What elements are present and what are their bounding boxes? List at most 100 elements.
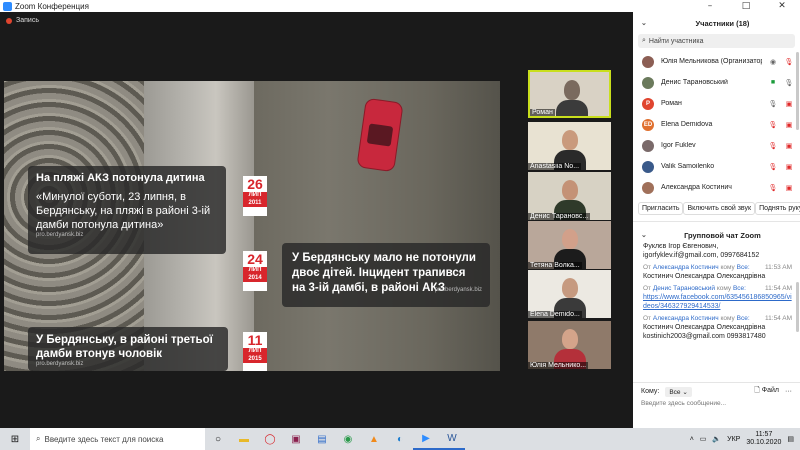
search-icon: ⌕ bbox=[642, 37, 646, 44]
taskbar-search-input[interactable]: ⌕ Введите здесь текст для поиска bbox=[30, 428, 205, 450]
file-explorer-icon[interactable]: ▬ bbox=[231, 428, 257, 450]
person-head bbox=[562, 229, 578, 249]
date-year: 2015 bbox=[243, 355, 267, 363]
close-button[interactable]: ✕ bbox=[764, 1, 800, 11]
date-month: ЛИП bbox=[243, 192, 267, 199]
participant-row[interactable]: Денис Тарановський ■ 🎙 bbox=[633, 72, 800, 93]
person-head bbox=[562, 180, 578, 200]
maximize-button[interactable]: □ bbox=[728, 1, 764, 11]
sender-name: Александра Костинич bbox=[652, 315, 719, 322]
chat-composer: Кому: Все ⌄ 🗋 Файл ··· bbox=[633, 382, 800, 428]
video-off-icon[interactable]: ▣ bbox=[784, 163, 794, 171]
word-icon[interactable]: W bbox=[439, 428, 465, 450]
avatar bbox=[642, 76, 654, 89]
sender-name: Александра Костинич bbox=[652, 264, 719, 271]
participant-video-tile[interactable]: Роман bbox=[528, 70, 611, 118]
tile-name-label: Денис Тарановс... bbox=[528, 213, 591, 220]
participants-title: Участники (18) bbox=[695, 18, 750, 28]
to-prefix: кому bbox=[720, 264, 735, 271]
save-icon[interactable]: ▤ bbox=[309, 428, 335, 450]
participant-video-tile[interactable]: Юлія Мельнико... bbox=[528, 321, 611, 369]
record-icon[interactable]: ◉ bbox=[768, 58, 778, 66]
date-year: 2011 bbox=[243, 199, 267, 207]
tile-name-label: Anastasiia No... bbox=[528, 163, 582, 170]
tile-name-label: Elena Demido... bbox=[528, 311, 582, 318]
from-prefix: От bbox=[643, 315, 652, 322]
chat-header: ⌄ Групповой чат Zoom bbox=[633, 228, 800, 242]
participant-scrollbar[interactable] bbox=[796, 52, 799, 130]
avatar: ED bbox=[642, 118, 654, 131]
participant-row[interactable]: Igor Fuklev 🎙 ▣ bbox=[633, 135, 800, 156]
opera-icon[interactable]: ◯ bbox=[257, 428, 283, 450]
to-prefix: кому bbox=[720, 315, 735, 322]
edge-icon[interactable]: ◐ bbox=[387, 428, 413, 450]
mic-muted-icon[interactable]: 🎙 bbox=[768, 121, 778, 129]
participant-video-tile[interactable]: Тетяна Волка... bbox=[528, 221, 611, 269]
search-placeholder: Найти участника bbox=[648, 37, 704, 45]
recipient-value: Все bbox=[669, 388, 681, 396]
file-button[interactable]: 🗋 Файл bbox=[754, 386, 779, 397]
to-label: Кому: bbox=[641, 388, 660, 395]
mic-muted-icon[interactable]: 🎙 bbox=[768, 184, 778, 192]
invite-button[interactable]: Пригласить bbox=[638, 202, 684, 215]
chevron-up-icon[interactable]: ˄ bbox=[690, 436, 694, 443]
more-button[interactable]: ··· bbox=[785, 388, 792, 395]
mic-muted-icon[interactable]: 🎙 bbox=[784, 58, 794, 66]
person-head bbox=[562, 130, 578, 150]
notifications-icon[interactable]: ▤ bbox=[787, 435, 794, 443]
participant-video-tile[interactable]: Денис Тарановс... bbox=[528, 172, 611, 220]
video-off-icon[interactable]: ▣ bbox=[784, 121, 794, 129]
date-badge: 26 ЛИП 2011 bbox=[243, 176, 267, 216]
mic-icon[interactable]: 🎙 bbox=[768, 100, 778, 108]
story-headline: На пляжі АКЗ потонула дитина bbox=[36, 172, 205, 184]
participant-row[interactable]: ED Elena Demidova 🎙 ▣ bbox=[633, 114, 800, 135]
video-off-icon[interactable]: ▣ bbox=[784, 142, 794, 150]
windows-start-icon[interactable]: ⊞ bbox=[0, 434, 30, 445]
chat-scrollbar[interactable] bbox=[796, 282, 799, 332]
video-on-icon[interactable]: ■ bbox=[768, 79, 778, 86]
chrome-icon[interactable]: ◉ bbox=[335, 428, 361, 450]
volume-icon[interactable]: 🔈 bbox=[712, 435, 721, 443]
minimize-button[interactable]: – bbox=[692, 1, 728, 11]
taskbar-clock[interactable]: 11:57 30.10.2020 bbox=[746, 431, 781, 447]
network-icon[interactable]: ▭ bbox=[700, 435, 707, 443]
zoom-icon[interactable]: ▶ bbox=[413, 428, 439, 450]
participant-name: Elena Demidova bbox=[661, 121, 713, 128]
chevron-down-icon[interactable]: ⌄ bbox=[641, 231, 647, 239]
task-view-icon[interactable]: ○ bbox=[205, 428, 231, 450]
date-month: ЛИП bbox=[243, 267, 267, 274]
recording-indicator[interactable]: Запись bbox=[6, 17, 39, 24]
person-silhouette bbox=[556, 100, 588, 116]
message-sender: От Александра Костинич кому Все: bbox=[643, 314, 750, 323]
recipient-select[interactable]: Все ⌄ bbox=[665, 386, 692, 397]
raise-hand-button[interactable]: Поднять руку bbox=[755, 202, 800, 215]
participant-row[interactable]: Р Роман 🎙 ▣ bbox=[633, 93, 800, 114]
language-indicator[interactable]: УКР bbox=[727, 436, 740, 443]
adobe-icon[interactable]: ▣ bbox=[283, 428, 309, 450]
participant-name: Александра Костинич bbox=[661, 184, 732, 191]
message-time: 11:54 AM bbox=[765, 285, 792, 292]
video-off-icon[interactable]: ▣ bbox=[784, 100, 794, 108]
date-month: ЛИП bbox=[243, 348, 267, 355]
chevron-down-icon[interactable]: ⌄ bbox=[641, 19, 647, 27]
participant-video-tile[interactable]: Elena Demido... bbox=[528, 270, 611, 318]
mic-icon[interactable]: 🎙 bbox=[784, 79, 794, 87]
taskbar-search-placeholder: Введите здесь текст для поиска bbox=[44, 434, 164, 444]
participant-search-input[interactable]: ⌕ Найти участника bbox=[638, 34, 795, 48]
participant-row[interactable]: Valik Samoilenko 🎙 ▣ bbox=[633, 156, 800, 177]
participant-row[interactable]: Юлія Мельникова (Организатор) ◉ 🎙 bbox=[633, 51, 800, 72]
mic-muted-icon[interactable]: 🎙 bbox=[768, 163, 778, 171]
shared-screen[interactable]: На пляжі АКЗ потонула дитина «Минулої су… bbox=[4, 81, 500, 371]
unmute-button[interactable]: Включить свой звук bbox=[683, 202, 756, 215]
mic-muted-icon[interactable]: 🎙 bbox=[768, 142, 778, 150]
message-link[interactable]: https://www.facebook.com/635456186850965… bbox=[643, 293, 792, 311]
vlc-icon[interactable]: ▲ bbox=[361, 428, 387, 450]
message-text: Костинич Олександра Олександрівна bbox=[643, 273, 766, 280]
video-off-icon[interactable]: ▣ bbox=[784, 184, 794, 192]
chat-message-input[interactable] bbox=[641, 400, 791, 407]
participant-row[interactable]: Александра Костинич 🎙 ▣ bbox=[633, 177, 800, 198]
search-icon: ⌕ bbox=[36, 434, 41, 443]
participant-video-tile[interactable]: Anastasiia No... bbox=[528, 122, 611, 170]
recipient-name: Все: bbox=[736, 315, 750, 322]
message-time: 11:53 AM bbox=[765, 264, 792, 271]
